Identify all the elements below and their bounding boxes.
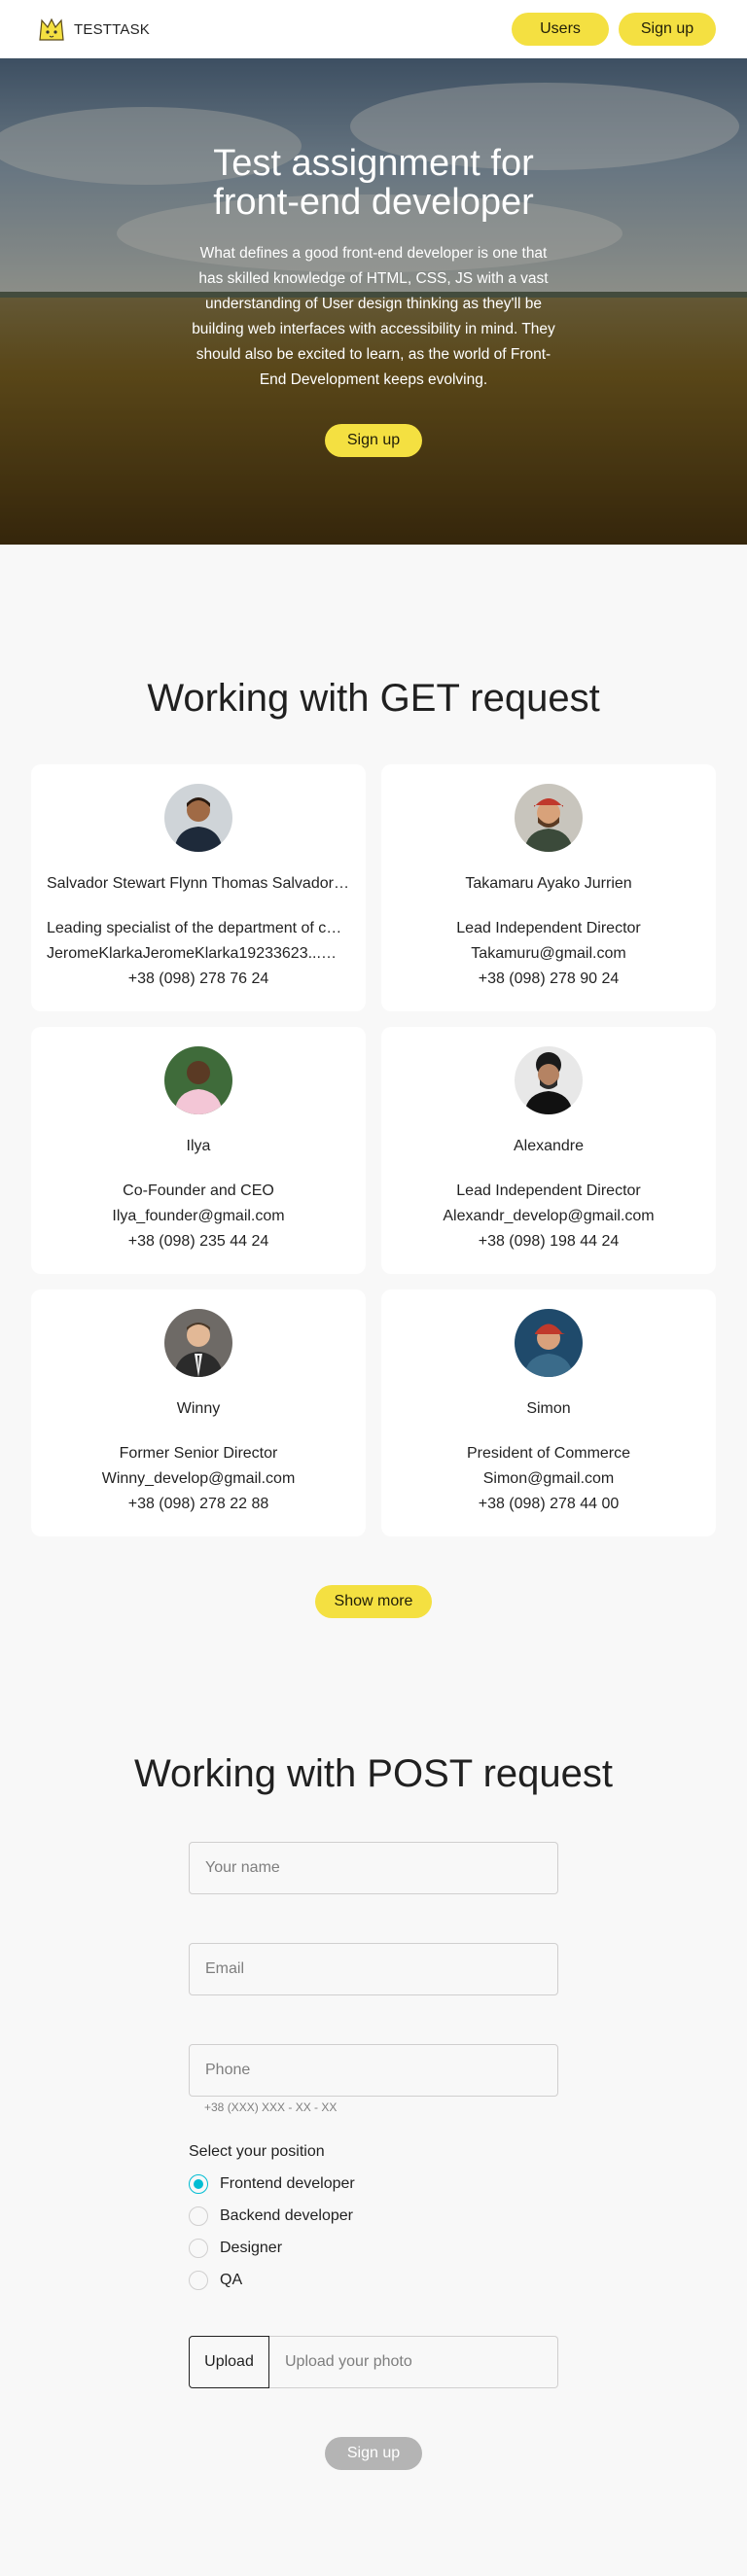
user-card: Alexandre Lead Independent Director Alex…: [381, 1027, 716, 1274]
name-field: [189, 1842, 558, 1894]
logo[interactable]: TESTTASK: [35, 17, 150, 42]
user-name: Takamaru Ayako Jurrien: [465, 875, 632, 892]
user-phone: +38 (098) 278 90 24: [478, 970, 620, 987]
radio-checked-icon[interactable]: [189, 2174, 208, 2194]
upload-photo-field[interactable]: Upload your photo: [269, 2336, 558, 2388]
user-phone: +38 (098) 198 44 24: [478, 1233, 620, 1250]
page: TESTTASK Users Sign up Test assignment f…: [0, 0, 747, 2576]
hero-description: What defines a good front-end developer …: [192, 245, 555, 388]
user-info: Lead Independent Director Takamuru@gmail…: [397, 916, 700, 992]
user-email: Simon@gmail.com: [482, 1470, 615, 1487]
hero-content: Test assignment for front-end developer …: [189, 58, 558, 457]
name-input[interactable]: [190, 1843, 557, 1893]
user-name: Alexandre: [513, 1138, 585, 1154]
get-section-title: Working with GET request: [147, 677, 600, 720]
post-section-title: Working with POST request: [133, 1752, 614, 1795]
user-email: Ilya_founder@gmail.com: [112, 1208, 285, 1224]
user-info: President of Commerce Simon@gmail.com +3…: [397, 1441, 700, 1517]
radio-unchecked-icon[interactable]: [189, 2206, 208, 2226]
users-button[interactable]: Users: [512, 13, 609, 46]
user-name: Winny: [176, 1400, 221, 1417]
get-request-section: Working with GET request Salvador Stewar…: [0, 545, 747, 1618]
user-avatar-icon: [164, 1309, 232, 1377]
user-info: Co-Founder and CEO Ilya_founder@gmail.co…: [47, 1179, 350, 1254]
user-card: Winny Former Senior Director Winny_devel…: [31, 1289, 366, 1536]
radio-designer[interactable]: Designer: [189, 2239, 558, 2258]
cat-logo-icon: [39, 18, 64, 41]
user-email: Takamuru@gmail.com: [471, 945, 626, 962]
radio-label: Backend developer: [220, 2207, 353, 2224]
user-phone: +38 (098) 235 44 24: [127, 1233, 269, 1250]
radio-frontend-developer[interactable]: Frontend developer: [189, 2174, 558, 2194]
hero-signup-button[interactable]: Sign up: [325, 424, 422, 457]
header: TESTTASK Users Sign up: [0, 0, 747, 58]
user-email: Alexandr_develop@gmail.com: [443, 1208, 655, 1224]
user-card: Simon President of Commerce Simon@gmail.…: [381, 1289, 716, 1536]
user-position: Lead Independent Director: [456, 920, 641, 936]
user-card: Salvador Stewart Flynn Thomas Salvador S…: [31, 764, 366, 1011]
user-position: Lead Independent Director: [456, 1182, 641, 1199]
user-phone: +38 (098) 278 76 24: [127, 970, 269, 987]
position-title: Select your position: [189, 2143, 325, 2160]
signup-form: +38 (XXX) XXX - XX - XX Select your posi…: [189, 1842, 558, 2470]
header-nav: Users Sign up: [512, 13, 716, 46]
user-name: Salvador Stewart Flynn Thomas Salvador S…: [47, 875, 350, 892]
radio-unchecked-icon[interactable]: [189, 2271, 208, 2290]
phone-input[interactable]: [190, 2045, 557, 2096]
user-position: President of Commerce: [466, 1445, 631, 1462]
user-avatar-icon: [164, 1046, 232, 1114]
hero-title: Test assignment for front-end developer: [213, 143, 534, 223]
radio-label: QA: [220, 2272, 243, 2288]
user-avatar-icon: [515, 1046, 583, 1114]
phone-helper-text: +38 (XXX) XXX - XX - XX: [204, 2100, 338, 2114]
email-field: [189, 1943, 558, 1995]
user-position: Former Senior Director: [119, 1445, 278, 1462]
user-avatar-icon: [515, 784, 583, 852]
user-avatar-icon: [164, 784, 232, 852]
submit-signup-button[interactable]: Sign up: [325, 2437, 422, 2470]
user-avatar-icon: [515, 1309, 583, 1377]
user-email: JeromeKlarkaJeromeKlarka19233623...@gmai…: [47, 945, 350, 962]
user-card: Takamaru Ayako Jurrien Lead Independent …: [381, 764, 716, 1011]
position-radio-group: Frontend developer Backend developer Des…: [189, 2174, 558, 2290]
upload-button[interactable]: Upload: [189, 2336, 269, 2388]
radio-backend-developer[interactable]: Backend developer: [189, 2206, 558, 2226]
user-phone: +38 (098) 278 44 00: [478, 1496, 620, 1512]
email-input[interactable]: [190, 1944, 557, 1994]
radio-qa[interactable]: QA: [189, 2271, 558, 2290]
users-grid: Salvador Stewart Flynn Thomas Salvador S…: [31, 764, 716, 1536]
show-more-wrapper: Show more: [0, 1585, 747, 1618]
photo-upload: Upload Upload your photo: [189, 2336, 558, 2388]
user-phone: +38 (098) 278 22 88: [127, 1496, 269, 1512]
radio-label: Designer: [220, 2240, 283, 2256]
user-name: Ilya: [186, 1138, 211, 1154]
show-more-button[interactable]: Show more: [315, 1585, 432, 1618]
post-request-section: Working with POST request +38 (XXX) XXX …: [0, 1618, 747, 2470]
user-email: Winny_develop@gmail.com: [101, 1470, 296, 1487]
user-card: Ilya Co-Founder and CEO Ilya_founder@gma…: [31, 1027, 366, 1274]
user-info: Lead Independent Director Alexandr_devel…: [397, 1179, 700, 1254]
radio-unchecked-icon[interactable]: [189, 2239, 208, 2258]
logo-text: TESTTASK: [74, 20, 150, 38]
user-info: Leading specialist of the department of …: [47, 916, 350, 992]
user-info: Former Senior Director Winny_develop@gma…: [47, 1441, 350, 1517]
user-position: Co-Founder and CEO: [123, 1182, 274, 1199]
hero-section: Test assignment for front-end developer …: [0, 58, 747, 545]
submit-wrapper: Sign up: [189, 2437, 558, 2470]
phone-field: [189, 2044, 558, 2097]
user-position: Leading specialist of the department of …: [47, 920, 350, 936]
user-name: Simon: [526, 1400, 571, 1417]
header-signup-button[interactable]: Sign up: [619, 13, 716, 46]
radio-label: Frontend developer: [220, 2175, 355, 2192]
